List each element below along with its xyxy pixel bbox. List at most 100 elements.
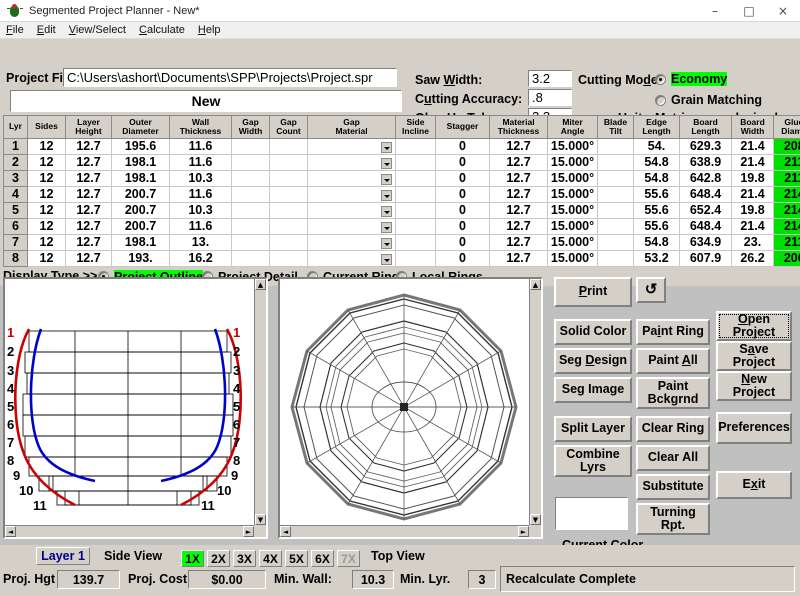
cell-layer-height[interactable]: 12.7: [65, 233, 112, 251]
cell-miter-angle[interactable]: 15.000°: [547, 217, 598, 235]
new-project-button[interactable]: New Project: [716, 371, 792, 401]
table-col-header[interactable]: Board Width: [731, 115, 774, 139]
cell-gap-material[interactable]: [307, 249, 396, 267]
cell-miter-angle[interactable]: 15.000°: [547, 201, 598, 219]
cell-glueup-diameter[interactable]: 214.3: [773, 217, 800, 235]
cell-board-length[interactable]: 648.4: [679, 185, 732, 203]
chevron-down-icon[interactable]: [381, 205, 392, 217]
cell-gap-width[interactable]: [231, 137, 270, 155]
undo-icon-button[interactable]: ↺: [636, 277, 666, 303]
cell-miter-angle[interactable]: 15.000°: [547, 233, 598, 251]
cell-glueup-diameter[interactable]: 214.3: [773, 201, 800, 219]
cell-edge-length[interactable]: 55.6: [633, 217, 680, 235]
cell-sides[interactable]: 12: [27, 233, 66, 251]
cell-gap-count[interactable]: [269, 217, 308, 235]
cell-side-incline[interactable]: [395, 153, 436, 171]
cell-blade-tilt[interactable]: [597, 137, 634, 155]
cell-side-incline[interactable]: [395, 201, 436, 219]
cell-board-width[interactable]: 26.2: [731, 249, 774, 267]
table-row[interactable]: 3 12 12.7 198.1 10.3 0 12.7 15.000° 54.8 642.8 19.…: [3, 169, 800, 187]
cell-outer-diameter[interactable]: 198.1: [111, 169, 170, 187]
menu-view-select[interactable]: View/Select: [69, 24, 126, 36]
cell-blade-tilt[interactable]: [597, 249, 634, 267]
cell-stagger[interactable]: 0: [435, 233, 490, 251]
cell-wall-thickness[interactable]: 11.6: [169, 217, 232, 235]
cell-miter-angle[interactable]: 15.000°: [547, 169, 598, 187]
cell-wall-thickness[interactable]: 11.6: [169, 185, 232, 203]
cell-material-thickness[interactable]: 12.7: [489, 233, 548, 251]
table-col-header[interactable]: Layer Height: [65, 115, 112, 139]
cell-blade-tilt[interactable]: [597, 201, 634, 219]
cell-outer-diameter[interactable]: 198.1: [111, 233, 170, 251]
table-row[interactable]: 4 12 12.7 200.7 11.6 0 12.7 15.000° 55.6 648.4 21.…: [3, 185, 800, 203]
table-col-header[interactable]: Gap Count: [269, 115, 308, 139]
cell-board-width[interactable]: 21.4: [731, 217, 774, 235]
zoom-3x-button[interactable]: 3X: [233, 550, 256, 567]
cell-board-width[interactable]: 21.4: [731, 137, 774, 155]
cell-miter-angle[interactable]: 15.000°: [547, 137, 598, 155]
cell-glueup-diameter[interactable]: 211.9: [773, 233, 800, 251]
cell-board-width[interactable]: 23.: [731, 233, 774, 251]
cell-sides[interactable]: 12: [27, 185, 66, 203]
cell-outer-diameter[interactable]: 193.: [111, 249, 170, 267]
table-row[interactable]: 5 12 12.7 200.7 10.3 0 12.7 15.000° 55.6 652.4 19.…: [3, 201, 800, 219]
cell-gap-width[interactable]: [231, 233, 270, 251]
cell-material-thickness[interactable]: 12.7: [489, 201, 548, 219]
table-col-header[interactable]: GlueUpDiameter: [773, 115, 800, 139]
cell-gap-material[interactable]: [307, 153, 396, 171]
save-project-button[interactable]: Save Project: [716, 341, 792, 371]
substitute-button[interactable]: Substitute: [636, 474, 710, 500]
cell-lyr[interactable]: 6: [3, 217, 28, 235]
paint-all-button[interactable]: Paint All: [636, 348, 710, 374]
cell-board-length[interactable]: 607.9: [679, 249, 732, 267]
layers-table[interactable]: Lyr Sides Layer Height Outer Diameter Wall Thic…: [3, 115, 800, 267]
cell-wall-thickness[interactable]: 13.: [169, 233, 232, 251]
scroll-down-icon[interactable]: ▼: [530, 514, 541, 525]
cell-miter-angle[interactable]: 15.000°: [547, 249, 598, 267]
table-row[interactable]: 2 12 12.7 198.1 11.6 0 12.7 15.000° 54.8 638.9 21.…: [3, 153, 800, 171]
radio-cutting-mode-economy[interactable]: Economy: [655, 72, 728, 86]
split-layer-button[interactable]: Split Layer: [554, 416, 632, 442]
cell-lyr[interactable]: 3: [3, 169, 28, 187]
scroll-left-icon[interactable]: ◄: [5, 526, 16, 537]
cell-sides[interactable]: 12: [27, 137, 66, 155]
cell-wall-thickness[interactable]: 16.2: [169, 249, 232, 267]
maximize-icon[interactable]: □: [732, 0, 766, 22]
cell-edge-length[interactable]: 55.6: [633, 201, 680, 219]
table-col-header[interactable]: Lyr: [3, 115, 28, 139]
cell-lyr[interactable]: 7: [3, 233, 28, 251]
cell-board-length[interactable]: 634.9: [679, 233, 732, 251]
cell-gap-count[interactable]: [269, 233, 308, 251]
cell-layer-height[interactable]: 12.7: [65, 201, 112, 219]
cell-layer-height[interactable]: 12.7: [65, 137, 112, 155]
cell-layer-height[interactable]: 12.7: [65, 169, 112, 187]
layer-indicator[interactable]: Layer 1: [36, 547, 90, 565]
radio-cutting-mode-grain[interactable]: Grain Matching: [655, 93, 762, 107]
cell-layer-height[interactable]: 12.7: [65, 249, 112, 267]
zoom-2x-button[interactable]: 2X: [207, 550, 230, 567]
cell-side-incline[interactable]: [395, 137, 436, 155]
menu-file[interactable]: File: [6, 24, 24, 36]
cell-sides[interactable]: 12: [27, 201, 66, 219]
cell-gap-count[interactable]: [269, 249, 308, 267]
cell-board-width[interactable]: 21.4: [731, 185, 774, 203]
cell-wall-thickness[interactable]: 10.3: [169, 201, 232, 219]
menu-edit[interactable]: Edit: [37, 24, 56, 36]
solid-color-button[interactable]: Solid Color: [554, 319, 632, 345]
cell-glueup-diameter[interactable]: 211.9: [773, 169, 800, 187]
table-col-header[interactable]: Board Length: [679, 115, 732, 139]
project-name-input[interactable]: New: [10, 90, 402, 112]
cell-wall-thickness[interactable]: 10.3: [169, 169, 232, 187]
cell-lyr[interactable]: 2: [3, 153, 28, 171]
cell-blade-tilt[interactable]: [597, 153, 634, 171]
close-icon[interactable]: ×: [766, 0, 800, 22]
preferences-button[interactable]: Preferences: [716, 412, 792, 444]
paint-ring-button[interactable]: Paint Ring: [636, 319, 710, 345]
cell-blade-tilt[interactable]: [597, 169, 634, 187]
cell-edge-length[interactable]: 54.: [633, 137, 680, 155]
table-col-header[interactable]: Gap Material: [307, 115, 396, 139]
cell-stagger[interactable]: 0: [435, 169, 490, 187]
cell-blade-tilt[interactable]: [597, 217, 634, 235]
table-col-header[interactable]: Outer Diameter: [111, 115, 170, 139]
chevron-down-icon[interactable]: [381, 189, 392, 201]
